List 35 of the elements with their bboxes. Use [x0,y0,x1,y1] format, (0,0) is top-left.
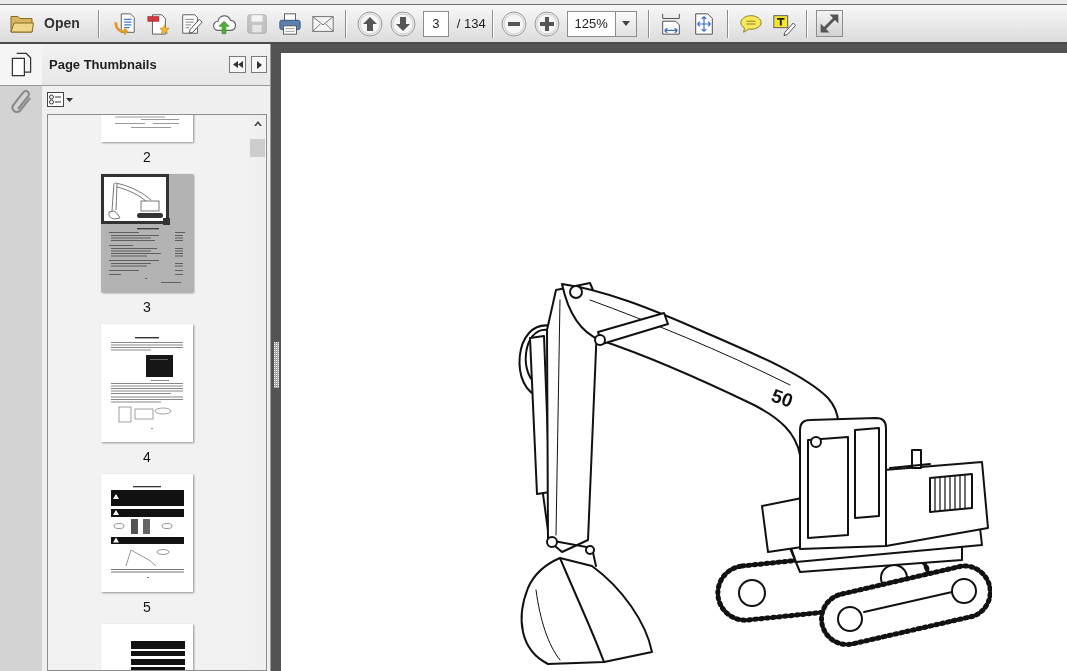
page-number-field[interactable]: 3 [422,10,449,37]
panel-title: Page Thumbnails [49,55,157,74]
zoom-field[interactable]: 125% [566,10,615,37]
collapse-panel-button[interactable] [229,56,246,73]
caret-down-icon[interactable] [621,21,630,26]
caret-down-icon[interactable] [66,97,73,102]
page-thumbnails-tab[interactable] [0,44,42,86]
page-number-label: 4 [143,447,151,467]
zoom-dropdown-button[interactable] [614,10,637,37]
list-options-icon[interactable] [47,92,64,107]
right-triangle-icon[interactable] [256,60,262,69]
grip-icon[interactable] [273,342,279,388]
page-count-text: / 134 [456,14,486,33]
pages-icon[interactable] [9,52,33,77]
boom-number-text: 50 [768,384,796,412]
page-thumbnail[interactable] [101,324,193,442]
page-thumbnail[interactable] [101,174,193,292]
next-page-button[interactable] [389,10,416,37]
scrollbar-thumb[interactable] [250,139,265,157]
folder-icon[interactable] [10,13,34,34]
page-number-label: 5 [143,597,151,617]
panel-options-button[interactable] [251,56,267,73]
paperclip-icon[interactable] [9,89,33,115]
zoom-in-button[interactable] [533,10,560,37]
page-number-label: 2 [143,147,151,167]
excavator-thumbnail-drawing [108,182,163,220]
open-button[interactable]: Open [6,8,84,39]
page-thumbnail[interactable] [101,474,193,592]
view-area-frame[interactable] [101,174,170,225]
double-left-arrow-icon[interactable] [232,61,243,68]
caret-up-icon[interactable] [253,121,262,126]
zoom-out-button[interactable] [500,10,527,37]
thumbnail-options-button[interactable] [47,91,74,108]
page-number-label: 3 [143,297,151,317]
previous-page-button[interactable] [356,10,383,37]
